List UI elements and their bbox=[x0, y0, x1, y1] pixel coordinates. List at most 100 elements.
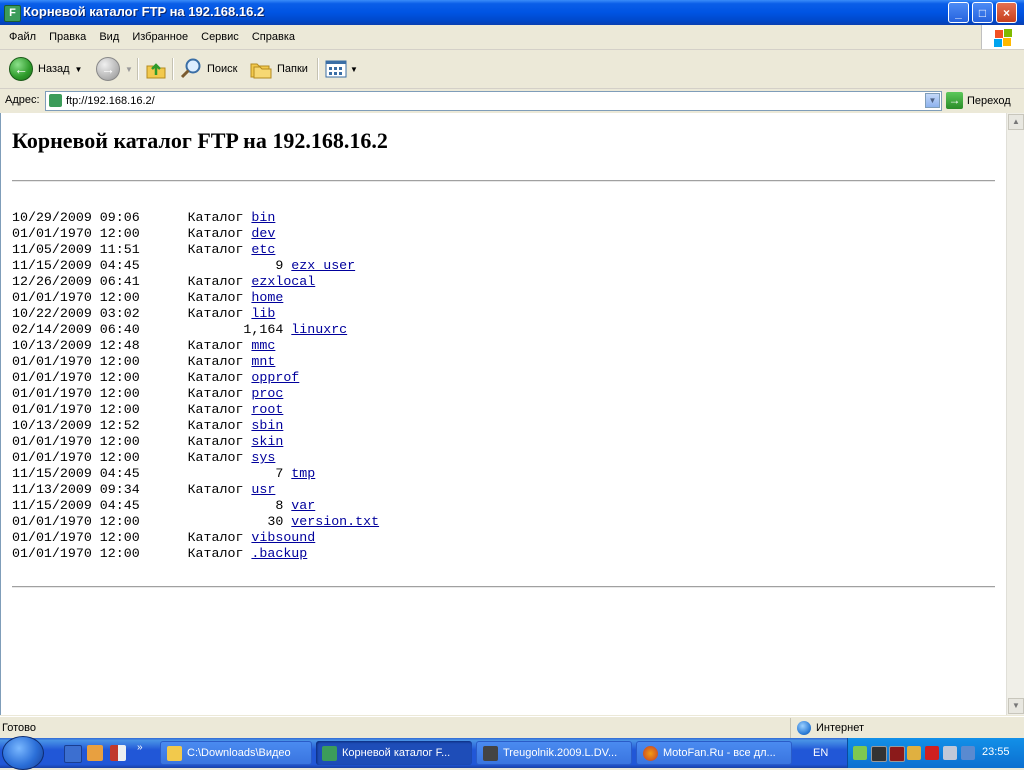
forward-arrow-icon: → bbox=[96, 57, 120, 81]
entry-link[interactable]: proc bbox=[251, 386, 283, 401]
entry-link[interactable]: bin bbox=[251, 210, 275, 225]
chevron-down-icon[interactable]: ▼ bbox=[75, 65, 83, 74]
entry-link[interactable]: linuxrc bbox=[291, 322, 347, 337]
chevron-down-icon[interactable]: ▼ bbox=[350, 65, 358, 74]
forward-button[interactable]: → ▼ bbox=[96, 56, 133, 82]
language-indicator[interactable]: EN bbox=[813, 747, 828, 759]
close-button[interactable]: × bbox=[996, 2, 1017, 23]
volume-icon[interactable] bbox=[943, 746, 957, 760]
views-button[interactable]: ▼ bbox=[325, 56, 358, 82]
divider bbox=[12, 180, 995, 182]
address-input[interactable] bbox=[66, 92, 916, 110]
entry-link[interactable]: ezxlocal bbox=[251, 274, 315, 289]
video-file-icon bbox=[483, 745, 498, 761]
up-folder-button[interactable] bbox=[145, 56, 167, 82]
back-button[interactable]: ← Назад ▼ bbox=[9, 56, 82, 82]
entry-date: 02/14/2009 06:40 bbox=[12, 322, 140, 337]
entry-link[interactable]: mmc bbox=[251, 338, 275, 353]
entry-link[interactable]: root bbox=[251, 402, 283, 417]
entry-link[interactable]: .backup bbox=[251, 546, 307, 561]
menu-tools[interactable]: Сервис bbox=[196, 25, 244, 49]
entry-link[interactable]: opprof bbox=[251, 370, 299, 385]
tray-icon[interactable] bbox=[871, 746, 887, 762]
network-icon[interactable] bbox=[961, 746, 975, 760]
scroll-up-arrow-icon[interactable]: ▲ bbox=[1008, 114, 1024, 130]
entry-link[interactable]: sbin bbox=[251, 418, 283, 433]
listing-row: 01/01/1970 12:00 30 version.txt bbox=[12, 514, 379, 529]
entry-link[interactable]: version.txt bbox=[291, 514, 379, 529]
entry-date: 11/15/2009 04:45 bbox=[12, 258, 140, 273]
menu-favorites[interactable]: Избранное bbox=[127, 25, 193, 49]
task-downloads[interactable]: C:\Downloads\Видео bbox=[160, 741, 312, 765]
go-button[interactable]: → Переход bbox=[946, 92, 1011, 109]
title-bar: F Корневой каталог FTP на 192.168.16.2 _… bbox=[0, 0, 1024, 25]
listing-row: 01/01/1970 12:00 Каталог opprof bbox=[12, 370, 299, 385]
entry-type: Каталог bbox=[187, 210, 244, 225]
address-label: Адрес: bbox=[5, 94, 40, 106]
menu-edit[interactable]: Правка bbox=[44, 25, 91, 49]
listing-row: 01/01/1970 12:00 Каталог home bbox=[12, 290, 283, 305]
start-button[interactable] bbox=[2, 736, 44, 770]
go-arrow-icon: → bbox=[946, 92, 963, 109]
entry-link[interactable]: tmp bbox=[291, 466, 315, 481]
entry-date: 10/13/2009 12:52 bbox=[12, 418, 140, 433]
quicklaunch-icon[interactable] bbox=[110, 745, 126, 761]
menu-file[interactable]: Файл bbox=[4, 25, 41, 49]
entry-link[interactable]: mnt bbox=[251, 354, 275, 369]
entry-link[interactable]: usr bbox=[251, 482, 275, 497]
entry-link[interactable]: vibsound bbox=[251, 530, 315, 545]
search-button[interactable]: Поиск bbox=[179, 56, 237, 82]
entry-link[interactable]: etc bbox=[251, 242, 275, 257]
page-title: Корневой каталог FTP на 192.168.16.2 bbox=[12, 128, 388, 153]
menu-bar: Файл Правка Вид Избранное Сервис Справка bbox=[0, 25, 1024, 50]
show-desktop-icon[interactable] bbox=[64, 745, 82, 763]
entry-link[interactable]: dev bbox=[251, 226, 275, 241]
back-arrow-icon: ← bbox=[9, 57, 33, 81]
folders-button[interactable]: Папки bbox=[249, 56, 308, 82]
entry-link[interactable]: var bbox=[291, 498, 315, 513]
address-bar: Адрес: ▼ → Переход bbox=[0, 89, 1024, 114]
address-dropdown-button[interactable]: ▼ bbox=[925, 93, 940, 108]
scroll-down-arrow-icon[interactable]: ▼ bbox=[1008, 698, 1024, 714]
maximize-button[interactable]: □ bbox=[972, 2, 993, 23]
toolbar-separator bbox=[317, 58, 319, 80]
listing-row: 01/01/1970 12:00 Каталог proc bbox=[12, 386, 283, 401]
quicklaunch-icon[interactable] bbox=[87, 745, 103, 761]
vertical-scrollbar[interactable]: ▲ ▼ bbox=[1006, 113, 1024, 715]
ati-icon[interactable] bbox=[925, 746, 939, 760]
minimize-button[interactable]: _ bbox=[948, 2, 969, 23]
entry-type: Каталог bbox=[187, 338, 244, 353]
entry-link[interactable]: home bbox=[251, 290, 283, 305]
entry-size: 1,164 bbox=[243, 322, 284, 337]
status-bar: Готово Интернет bbox=[0, 716, 1024, 739]
listing-row: 01/01/1970 12:00 Каталог mnt bbox=[12, 354, 275, 369]
entry-type: Каталог bbox=[187, 530, 244, 545]
folder-icon bbox=[167, 745, 182, 761]
entry-type: Каталог bbox=[187, 386, 244, 401]
task-motofan[interactable]: MotoFan.Ru - все дл... bbox=[636, 741, 792, 765]
clock: 23:55 bbox=[982, 746, 1010, 758]
tray-icon[interactable] bbox=[907, 746, 921, 760]
entry-link[interactable]: sys bbox=[251, 450, 275, 465]
task-ftp-window[interactable]: Корневой каталог F... bbox=[316, 741, 472, 765]
entry-link[interactable]: skin bbox=[251, 434, 283, 449]
quicklaunch-more-icon[interactable]: » bbox=[137, 742, 143, 753]
entry-link[interactable]: ezx_user bbox=[291, 258, 355, 273]
ftp-listing: 10/29/2009 09:06 Каталог bin 01/01/1970 … bbox=[12, 210, 379, 562]
entry-size: 7 bbox=[275, 466, 284, 481]
entry-type: Каталог bbox=[187, 226, 244, 241]
window-title: Корневой каталог FTP на 192.168.16.2 bbox=[23, 4, 265, 19]
entry-date: 01/01/1970 12:00 bbox=[12, 450, 140, 465]
entry-type: Каталог bbox=[187, 354, 244, 369]
task-video[interactable]: Treugolnik.2009.L.DV... bbox=[476, 741, 632, 765]
ftp-folder-icon bbox=[322, 745, 337, 761]
menu-view[interactable]: Вид bbox=[94, 25, 124, 49]
menu-help[interactable]: Справка bbox=[247, 25, 300, 49]
listing-row: 11/05/2009 11:51 Каталог etc bbox=[12, 242, 275, 257]
chevron-down-icon[interactable]: ▼ bbox=[125, 65, 133, 74]
tray-icon[interactable] bbox=[853, 746, 867, 760]
tray-icon[interactable] bbox=[889, 746, 905, 762]
folders-label: Папки bbox=[277, 63, 308, 75]
entry-link[interactable]: lib bbox=[251, 306, 275, 321]
entry-date: 10/29/2009 09:06 bbox=[12, 210, 140, 225]
